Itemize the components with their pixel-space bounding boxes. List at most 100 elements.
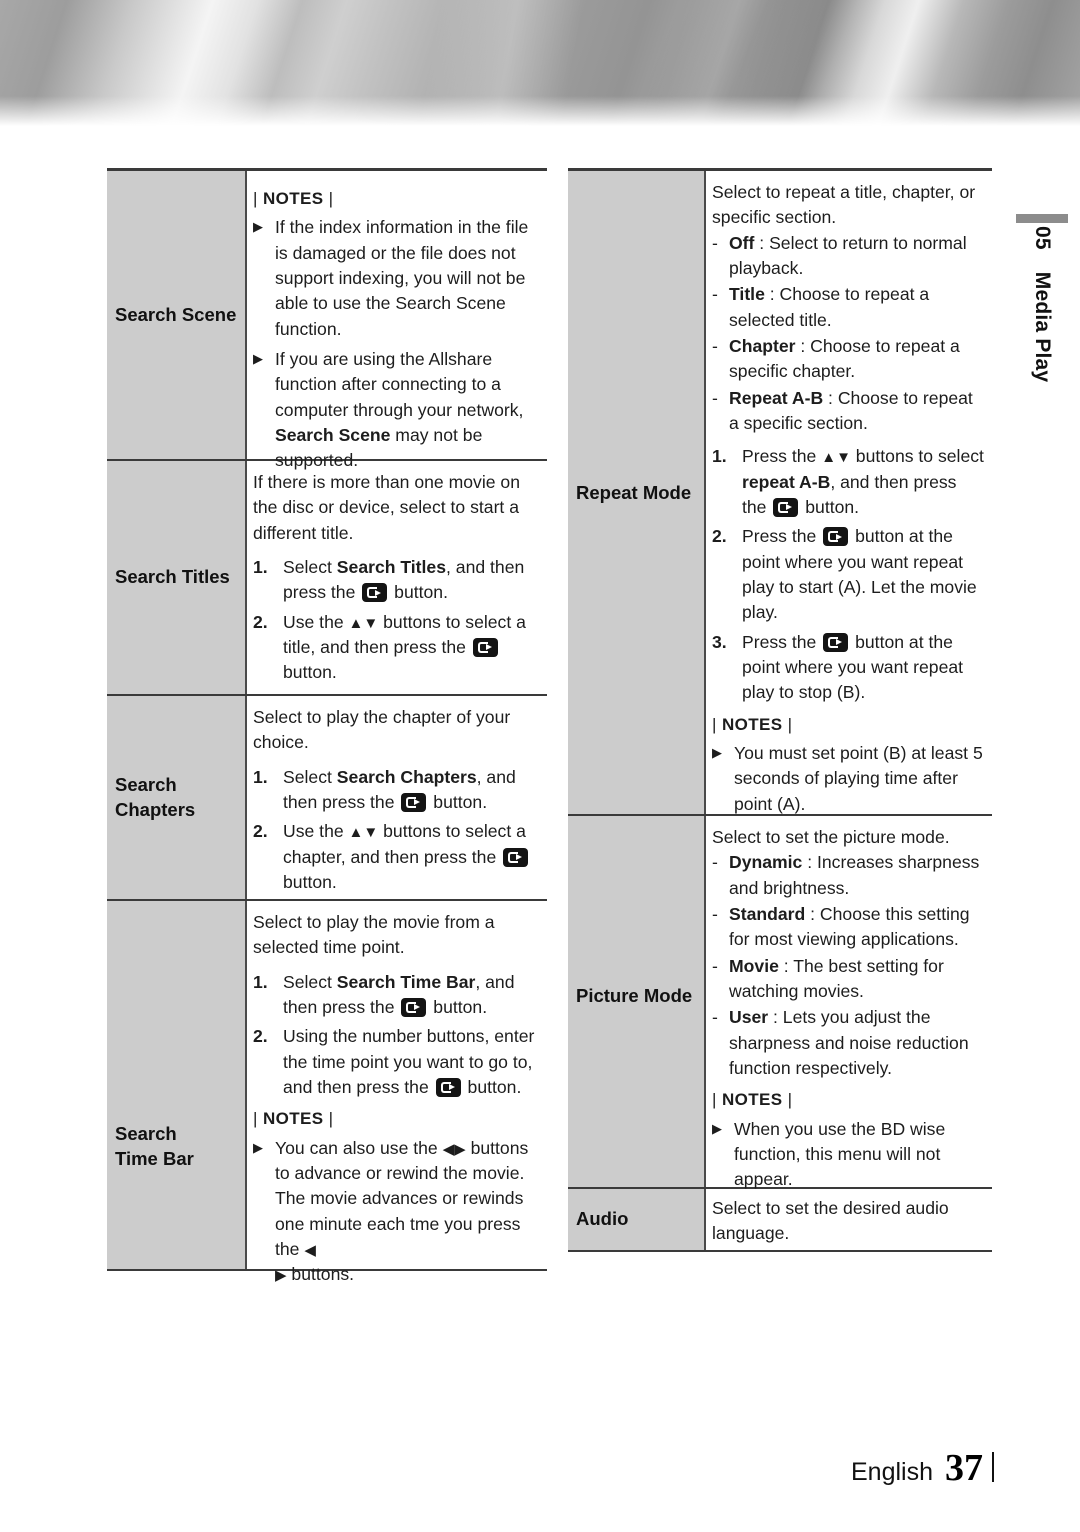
enter-button-icon	[472, 637, 498, 657]
settings-table-right: Repeat Mode Select to repeat a title, ch…	[568, 168, 992, 1252]
chapter-side-tab: 05 Media Play	[1012, 214, 1068, 634]
list-item: ▶ You must set point (B) at least 5 seco…	[712, 741, 984, 817]
text-post: button.	[283, 662, 337, 683]
option-name: Chapter	[729, 335, 796, 356]
step-text: Select Search Chapters, and then press t…	[283, 765, 539, 816]
banner-bottom-fade	[0, 96, 1080, 126]
dash-marker: -	[712, 232, 718, 253]
dash-marker: -	[712, 1007, 718, 1028]
footer-rule	[992, 1452, 994, 1482]
text-pre: Select	[283, 766, 337, 787]
notes-text: NOTES	[721, 1090, 783, 1110]
option-item: - Standard : Choose this setting for mos…	[712, 902, 984, 953]
option-item: - Off : Select to return to normal playb…	[712, 231, 984, 282]
row-description: Select to repeat a title, chapter, or sp…	[706, 171, 992, 814]
step-text: Press the button at the point where you …	[742, 630, 984, 706]
list-item-text: When you use the BD wise function, this …	[734, 1118, 946, 1190]
text-pre: Press the	[742, 631, 822, 652]
text-post: button.	[462, 1076, 522, 1097]
text-mid: buttons to select	[850, 446, 984, 467]
option-text: Title : Choose to repeat a selected titl…	[729, 282, 984, 333]
notes-text: NOTES	[262, 189, 324, 208]
row-description: Select to set the picture mode. - Dynami…	[706, 816, 992, 1189]
text-post: buttons.	[286, 1264, 355, 1285]
option-desc: : Select to return to normal playback.	[729, 232, 967, 278]
notes-text: NOTES	[721, 714, 783, 734]
text-pre: Select	[283, 556, 337, 577]
list-item: ▶ You can also use the ◀▶ buttons to adv…	[253, 1136, 539, 1288]
table-row: Audio Select to set the desired audio la…	[568, 1189, 992, 1252]
chapter-number: 05	[1031, 226, 1054, 250]
step-number: 1.	[253, 556, 268, 577]
chapter-tab-text: 05 Media Play	[1030, 226, 1054, 646]
numbered-step: 2. Press the button at the point where y…	[712, 524, 984, 625]
table-row: Search Titles If there is more than one …	[107, 461, 547, 696]
notes-pipe-close: |	[328, 189, 334, 208]
up-down-arrows-icon: ▲▼	[348, 614, 379, 632]
dash-marker: -	[712, 903, 718, 924]
numbered-step: 1. Select Search Time Bar, and then pres…	[253, 970, 539, 1021]
table-row: Search Time Bar Select to play the movie…	[107, 901, 547, 1284]
table-row: Picture Mode Select to set the picture m…	[568, 816, 992, 1189]
step-number: 1.	[253, 971, 268, 992]
bullet-triangle-icon: ▶	[253, 351, 263, 367]
option-item: - Repeat A-B : Choose to repeat a specif…	[712, 386, 984, 437]
option-text: Dynamic : Increases sharpness and bright…	[729, 850, 984, 901]
row-label: Search Time Bar	[107, 901, 247, 1269]
enter-button-icon	[773, 497, 799, 517]
numbered-step: 1. Press the ▲▼ buttons to select repeat…	[712, 444, 984, 520]
left-arrow-icon: ◀	[304, 1242, 316, 1260]
step-text: Press the button at the point where you …	[742, 524, 984, 625]
row-intro-text: If there is more than one movie on the d…	[253, 472, 520, 543]
option-item: - Title : Choose to repeat a selected ti…	[712, 282, 984, 333]
row-description: | NOTES | ▶ If the index information in …	[247, 171, 547, 470]
notes-pipe-close: |	[787, 1090, 793, 1110]
notes-heading: | NOTES |	[253, 1107, 539, 1131]
enter-button-icon	[823, 632, 849, 652]
row-intro-text: Select to play the chapter of your choic…	[253, 707, 511, 753]
enter-button-icon	[435, 1077, 461, 1097]
numbered-step: 3. Press the button at the point where y…	[712, 630, 984, 706]
option-text: Chapter : Choose to repeat a specific ch…	[729, 334, 984, 385]
bullet-triangle-icon: ▶	[712, 745, 722, 761]
enter-button-icon	[401, 792, 427, 812]
option-text: Standard : Choose this setting for most …	[729, 902, 984, 953]
bullet-triangle-icon: ▶	[253, 219, 263, 235]
bullet-triangle-icon: ▶	[712, 1120, 722, 1136]
table-row: Repeat Mode Select to repeat a title, ch…	[568, 171, 992, 816]
step-text: Using the number buttons, enter the time…	[283, 1024, 539, 1100]
chapter-tab-bar	[1016, 214, 1068, 223]
row-label-text: Search Time Bar	[115, 1123, 194, 1169]
bullet-triangle-icon: ▶	[253, 1139, 263, 1155]
numbered-step: 1. Select Search Chapters, and then pres…	[253, 765, 539, 816]
text-pre: Use the	[283, 821, 349, 842]
text-post: button.	[428, 791, 488, 812]
text-pre: Use the	[283, 611, 349, 632]
step-text: Select Search Time Bar, and then press t…	[283, 970, 539, 1021]
step-text: Use the ▲▼ buttons to select a chapter, …	[283, 819, 539, 895]
option-name: User	[729, 1007, 769, 1028]
numbered-step: 1. Select Search Titles, and then press …	[253, 555, 539, 606]
chapter-title: Media Play	[1031, 271, 1054, 383]
page-footer: English 37	[851, 1446, 994, 1490]
table-row: Search Scene | NOTES | ▶ If the index in…	[107, 171, 547, 470]
list-item-text: If the index information in the file is …	[275, 217, 529, 339]
notes-pipe-open: |	[253, 1109, 258, 1129]
step-number: 2.	[253, 611, 268, 632]
notes-pipe-close: |	[787, 714, 793, 734]
option-text: User : Lets you adjust the sharpness and…	[729, 1005, 984, 1081]
notes-pipe-open: |	[253, 189, 258, 208]
option-name: Dynamic	[729, 852, 803, 873]
option-text: Repeat A-B : Choose to repeat a specific…	[729, 386, 984, 437]
step-number: 1.	[712, 446, 727, 467]
text-bold: repeat A-B	[742, 471, 831, 492]
enter-button-icon	[362, 583, 388, 603]
right-arrow-icon: ▶	[275, 1267, 287, 1285]
notes-pipe-close: |	[328, 1109, 334, 1129]
row-description: Select to set the desired audio language…	[706, 1189, 992, 1250]
step-number: 2.	[253, 821, 268, 842]
numbered-step: 2. Using the number buttons, enter the t…	[253, 1024, 539, 1100]
notes-pipe-open: |	[712, 1090, 717, 1110]
text-bold: Search Scene	[275, 425, 391, 446]
step-number: 2.	[712, 526, 727, 547]
